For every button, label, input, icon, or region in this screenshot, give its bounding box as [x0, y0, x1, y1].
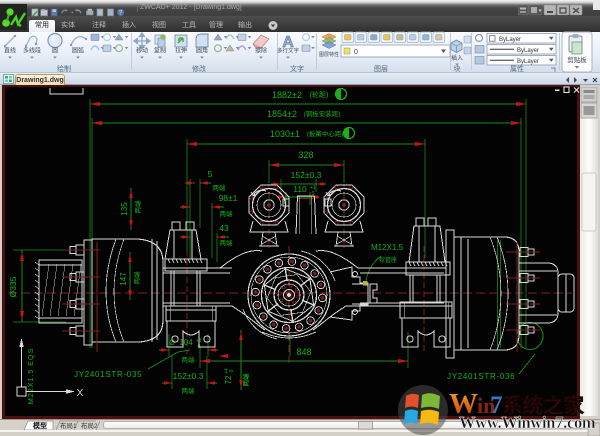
svg-text:两端: 两端: [133, 200, 142, 214]
svg-text:直线: 直线: [4, 47, 16, 55]
svg-text:135: 135: [120, 202, 129, 216]
svg-text:0: 0: [229, 369, 235, 372]
svg-text:(轮距): (轮距): [310, 90, 329, 99]
svg-text:两端: 两端: [220, 238, 234, 247]
svg-text:布局2: 布局2: [81, 421, 98, 430]
svg-text:1882±2: 1882±2: [272, 90, 302, 100]
svg-text:ByLayer: ByLayer: [517, 48, 539, 54]
svg-text:圆角: 圆角: [196, 47, 208, 55]
svg-text:JY2401STR-035: JY2401STR-035: [74, 370, 142, 379]
svg-text:43: 43: [219, 223, 229, 233]
svg-text:图层特性: 图层特性: [319, 51, 339, 58]
svg-text:JY2401STR-036: JY2401STR-036: [447, 372, 515, 381]
svg-text:147: 147: [119, 272, 128, 286]
svg-text:两端: 两端: [241, 373, 250, 387]
svg-text:多行文字: 多行文字: [277, 47, 300, 55]
svg-text:M12X1.5: M12X1.5: [371, 243, 404, 252]
svg-text:?: ?: [119, 10, 123, 17]
svg-text:软管座: 软管座: [379, 256, 397, 264]
svg-text:Ø335: Ø335: [8, 276, 18, 297]
svg-text:0: 0: [354, 49, 358, 56]
svg-text:5: 5: [208, 169, 213, 179]
svg-text:擦除: 擦除: [255, 47, 267, 55]
svg-text:1854±2: 1854±2: [267, 109, 297, 119]
svg-text:拉伸: 拉伸: [175, 47, 187, 55]
svg-text:插入: 插入: [451, 54, 463, 62]
svg-text:(钢板安装距): (钢板安装距): [304, 109, 341, 118]
svg-text:98±1: 98±1: [219, 193, 238, 203]
svg-text:72: 72: [224, 375, 233, 384]
svg-text:圆弧: 圆弧: [72, 47, 84, 55]
svg-text:两端: 两端: [182, 355, 196, 364]
svg-text:移动: 移动: [136, 47, 148, 55]
svg-text:152±0.3: 152±0.3: [173, 371, 204, 381]
svg-text:两端: 两端: [220, 209, 234, 218]
svg-text:X: X: [77, 388, 84, 399]
svg-text:剪贴板: 剪贴板: [567, 55, 587, 64]
svg-text:Www.Winwin7.com: Www.Winwin7.com: [459, 413, 596, 432]
svg-text:两端: 两端: [132, 271, 141, 285]
svg-text:ByLayer: ByLayer: [499, 37, 521, 43]
svg-text:圆: 圆: [52, 48, 58, 55]
svg-text:328: 328: [298, 150, 313, 160]
svg-text:ByLayer: ByLayer: [517, 59, 539, 65]
svg-text:M22X1.5 EQS: M22X1.5 EQS: [26, 348, 35, 405]
svg-text:多线段: 多线段: [23, 47, 41, 55]
svg-text:复制: 复制: [154, 47, 166, 55]
svg-text:848: 848: [296, 347, 311, 357]
svg-text:两端: 两端: [182, 386, 196, 395]
svg-text:两端: 两端: [213, 183, 227, 192]
svg-text:104: 104: [179, 338, 193, 347]
svg-text:布局1: 布局1: [60, 421, 77, 430]
svg-text:1030±1: 1030±1: [270, 129, 300, 139]
svg-text:(板簧中心距): (板簧中心距): [307, 129, 344, 138]
svg-text:152±0.3: 152±0.3: [291, 170, 322, 180]
svg-text:模型: 模型: [33, 421, 47, 430]
svg-text:110: 110: [293, 184, 307, 194]
